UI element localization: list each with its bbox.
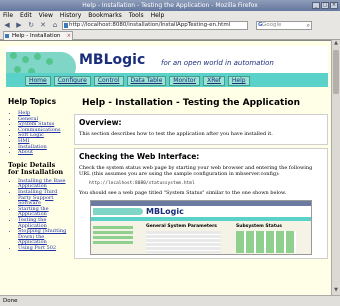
status-text: Done xyxy=(3,298,18,304)
site-tagline: for an open world in automation xyxy=(161,59,274,67)
home-icon[interactable]: ⌂ xyxy=(50,21,60,30)
checking-text-2: You should see a web page titled "System… xyxy=(79,190,287,196)
screenshot-right-title: Subsystem Status xyxy=(236,224,282,229)
minimize-button[interactable]: _ xyxy=(312,2,320,9)
topic-link[interactable]: About xyxy=(18,150,68,156)
details-list: Installing the Base Application Installi… xyxy=(8,178,68,252)
reload-icon[interactable]: ↻ xyxy=(26,21,36,30)
page-viewport: MBLogic for an open world in automation … xyxy=(0,40,331,295)
back-arrow-icon[interactable]: ◀ xyxy=(2,21,12,30)
screenshot-status-grid xyxy=(236,231,296,253)
url-bar[interactable]: http://localhost:8080/installation/Insta… xyxy=(62,21,248,30)
menu-bookmarks[interactable]: Bookmarks xyxy=(88,11,122,20)
close-button[interactable]: × xyxy=(330,2,338,9)
topics-list: Help General System Status Communication… xyxy=(8,110,68,156)
forward-arrow-icon[interactable]: ▶ xyxy=(14,21,24,30)
site-nav: Home Configure Control Data Table Monito… xyxy=(6,73,328,87)
scrollbar-thumb[interactable] xyxy=(333,50,339,94)
screenshot-banner: MBLogic xyxy=(91,206,311,217)
stop-icon[interactable]: ✕ xyxy=(38,21,48,30)
detail-link[interactable]: Installing Third Party Support Software xyxy=(18,189,68,207)
status-page-screenshot: MBLogic General System Parameters Subsys… xyxy=(90,200,312,255)
sidebar-details-heading: Topic Details for Installation xyxy=(8,160,64,176)
nav-monitor[interactable]: Monitor xyxy=(169,76,201,86)
menu-history[interactable]: History xyxy=(60,11,81,20)
menu-help[interactable]: Help xyxy=(151,11,165,20)
vertical-scrollbar[interactable]: ▲ ▼ xyxy=(331,40,340,295)
detail-link[interactable]: Using Port 502 xyxy=(18,245,68,252)
tab-active[interactable]: Help - Installation Testing × xyxy=(3,31,73,47)
url-text: http://localhost:8080/installation/Insta… xyxy=(69,22,231,28)
site-favicon-icon xyxy=(64,23,68,28)
screenshot-banner-decoration xyxy=(93,208,143,215)
page-title: Help - Installation - Testing the Applic… xyxy=(82,98,301,108)
checking-section: Checking the Web Interface: Check the sy… xyxy=(74,148,328,259)
browser-window: Help - Installation - Testing the Applic… xyxy=(0,0,340,306)
search-placeholder: Google xyxy=(262,22,282,28)
overview-heading: Overview: xyxy=(79,118,122,127)
scroll-up-icon[interactable]: ▲ xyxy=(332,40,340,48)
site-logo: MBLogic xyxy=(79,52,146,68)
nav-help[interactable]: Help xyxy=(227,76,250,86)
nav-data-table[interactable]: Data Table xyxy=(126,76,167,86)
nav-configure[interactable]: Configure xyxy=(53,76,91,86)
menu-view[interactable]: View xyxy=(39,11,53,20)
menu-file[interactable]: File xyxy=(3,11,13,20)
scroll-down-icon[interactable]: ▼ xyxy=(332,287,340,295)
menu-tools[interactable]: Tools xyxy=(129,11,144,20)
screenshot-parameter-table xyxy=(146,231,221,253)
overview-text: This section describes how to test the a… xyxy=(79,131,273,137)
screenshot-nav xyxy=(91,217,311,221)
screenshot-brand: MBLogic xyxy=(146,207,184,216)
detail-link[interactable]: Stopping (Shutting Down) the Application xyxy=(18,228,68,246)
screenshot-left-title: General System Parameters xyxy=(146,224,217,229)
main-content: Help - Installation - Testing the Applic… xyxy=(74,95,328,262)
overview-section: Overview: This section describes how to … xyxy=(74,114,328,145)
nav-control[interactable]: Control xyxy=(93,76,124,86)
tab-close-icon[interactable]: × xyxy=(67,32,71,40)
tab-favicon-icon xyxy=(5,34,9,38)
nav-xref[interactable]: XRef xyxy=(203,76,225,86)
sidebar-topics-heading: Help Topics xyxy=(8,97,57,106)
checking-heading: Checking the Web Interface: xyxy=(79,152,200,161)
screenshot-sidebar xyxy=(93,224,138,244)
window-title: Help - Installation - Testing the Applic… xyxy=(82,2,258,9)
maximize-button[interactable]: □ xyxy=(321,2,329,9)
tab-strip: Help - Installation Testing × xyxy=(0,31,340,47)
google-icon: G xyxy=(258,22,263,28)
search-input[interactable]: G Google ⌕ xyxy=(256,21,312,30)
nav-home[interactable]: Home xyxy=(25,76,51,86)
title-bar: Help - Installation - Testing the Applic… xyxy=(0,0,340,11)
checking-text: Check the system status web page by star… xyxy=(79,165,313,177)
status-url: http://localhost:8080/statussystem.html xyxy=(89,181,195,186)
help-sidebar: Help Topics Help General System Status C… xyxy=(8,97,68,251)
status-bar: Done xyxy=(0,295,340,306)
navigation-toolbar: ◀ ▶ ↻ ✕ ⌂ http://localhost:8080/installa… xyxy=(0,20,340,31)
menu-edit[interactable]: Edit xyxy=(20,11,32,20)
search-icon[interactable]: ⌕ xyxy=(307,22,310,29)
menu-bar: File Edit View History Bookmarks Tools H… xyxy=(0,11,340,20)
